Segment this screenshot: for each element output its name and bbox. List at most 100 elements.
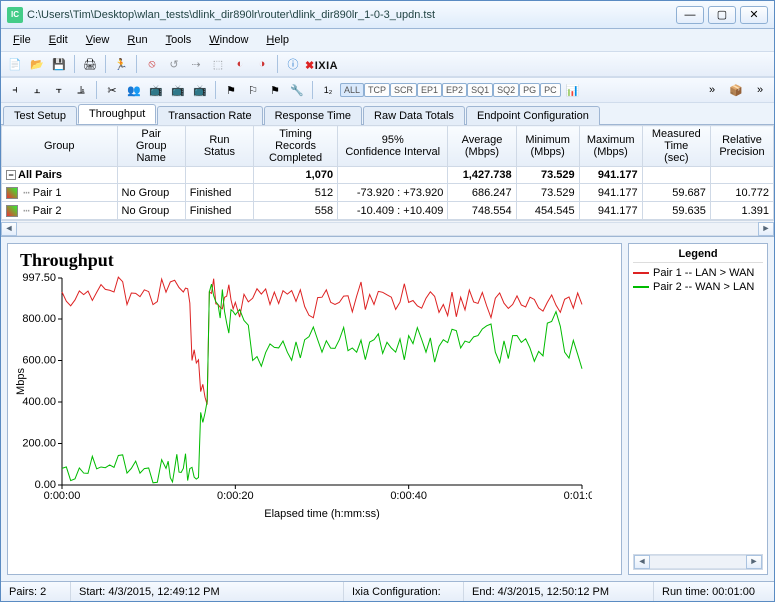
legend-label: Pair 1 -- LAN > WAN: [653, 267, 754, 279]
scroll-left-icon[interactable]: ◄: [1, 222, 17, 236]
pair-icon[interactable]: 📺: [190, 80, 210, 100]
view-icon[interactable]: ⫠: [27, 80, 47, 100]
tab-endpoint-configuration[interactable]: Endpoint Configuration: [466, 106, 600, 125]
table-row[interactable]: ⋯ Pair 1No GroupFinished512-73.920 : +73…: [2, 184, 774, 202]
view-icon[interactable]: ⫞: [5, 80, 25, 100]
filter-icon[interactable]: 🔧: [287, 80, 307, 100]
legend-hscroll[interactable]: ◄ ►: [633, 554, 763, 570]
filter-all[interactable]: ALL: [340, 83, 364, 97]
table-row[interactable]: ⋯ Pair 2No GroupFinished558-10.409 : +10…: [2, 202, 774, 220]
filter-sq1[interactable]: SQ1: [467, 83, 493, 97]
filter-ep2[interactable]: EP2: [442, 83, 467, 97]
scroll-right-icon[interactable]: ►: [746, 555, 762, 569]
filter-scr[interactable]: SCR: [390, 83, 417, 97]
column-header[interactable]: RunStatus: [185, 126, 253, 167]
menu-edit[interactable]: Edit: [41, 32, 76, 48]
svg-text:200.00: 200.00: [22, 438, 56, 450]
scroll-right-icon[interactable]: ►: [758, 222, 774, 236]
new-icon[interactable]: 📄: [5, 54, 25, 74]
menu-view[interactable]: View: [78, 32, 118, 48]
menu-run[interactable]: Run: [119, 32, 155, 48]
tab-test-setup[interactable]: Test Setup: [3, 106, 77, 125]
data-grid: GroupPairGroup NameRunStatusTimingRecord…: [1, 125, 774, 237]
svg-text:0:01:00: 0:01:00: [564, 490, 592, 502]
filter-icon[interactable]: ⚑: [265, 80, 285, 100]
column-header[interactable]: 95%Confidence Interval: [338, 126, 448, 167]
one-two-icon[interactable]: 1₂: [318, 80, 338, 100]
status-ixia: Ixia Configuration:: [344, 582, 464, 601]
status-pairs: Pairs: 2: [1, 582, 71, 601]
legend-label: Pair 2 -- WAN > LAN: [653, 281, 754, 293]
menu-window[interactable]: Window: [201, 32, 256, 48]
overflow-icon[interactable]: »: [750, 80, 770, 100]
column-header[interactable]: Maximum(Mbps): [579, 126, 642, 167]
menu-file[interactable]: File: [5, 32, 39, 48]
tab-raw-data-totals[interactable]: Raw Data Totals: [363, 106, 465, 125]
close-button[interactable]: ✕: [740, 6, 768, 24]
status-bar: Pairs: 2 Start: 4/3/2015, 12:49:12 PM Ix…: [1, 581, 774, 601]
save-icon[interactable]: 💾: [49, 54, 69, 74]
view-icon[interactable]: ⫟: [49, 80, 69, 100]
tool-icon[interactable]: ⬚: [208, 54, 228, 74]
svg-text:0:00:20: 0:00:20: [217, 490, 254, 502]
pair-icon[interactable]: 📺: [146, 80, 166, 100]
edit-icon[interactable]: ✂: [102, 80, 122, 100]
menu-help[interactable]: Help: [258, 32, 297, 48]
stop-icon[interactable]: ⦸: [142, 54, 162, 74]
column-header[interactable]: PairGroup Name: [117, 126, 185, 167]
svg-text:0:00:00: 0:00:00: [44, 490, 81, 502]
minimize-button[interactable]: —: [676, 6, 704, 24]
tool-icon[interactable]: ↺: [164, 54, 184, 74]
view-icon[interactable]: ⫡: [71, 80, 91, 100]
filter-pg[interactable]: PG: [519, 83, 540, 97]
column-header[interactable]: Average(Mbps): [448, 126, 516, 167]
svg-text:400.00: 400.00: [22, 396, 56, 408]
chart-icon[interactable]: 📊: [563, 80, 583, 100]
print-icon[interactable]: 🖨: [80, 54, 100, 74]
scroll-track[interactable]: [17, 222, 758, 236]
chart-title: Throughput: [20, 250, 615, 271]
column-header[interactable]: Minimum(Mbps): [516, 126, 579, 167]
tool-icon[interactable]: ◐: [230, 54, 250, 74]
app-icon: IC: [7, 7, 23, 23]
tab-transaction-rate[interactable]: Transaction Rate: [157, 106, 262, 125]
scroll-track[interactable]: [650, 555, 746, 569]
minimize-icon: —: [685, 9, 696, 21]
svg-text:800.00: 800.00: [22, 313, 56, 325]
column-header[interactable]: Group: [2, 126, 118, 167]
menu-tools[interactable]: Tools: [158, 32, 200, 48]
column-header[interactable]: MeasuredTime(sec): [642, 126, 710, 167]
scroll-left-icon[interactable]: ◄: [634, 555, 650, 569]
tool-icon[interactable]: ⇢: [186, 54, 206, 74]
filter-pc[interactable]: PC: [540, 83, 561, 97]
close-icon: ✕: [749, 8, 758, 21]
box-icon[interactable]: 📦: [726, 80, 746, 100]
maximize-button[interactable]: ▢: [708, 6, 736, 24]
svg-text:Mbps: Mbps: [15, 368, 27, 395]
toolbar-secondary: ⫞ ⫠ ⫟ ⫡ ✂ 👥 📺 📺 📺 ⚑ ⚐ ⚑ 🔧 1₂ ALLTCPSCREP…: [1, 77, 774, 103]
svg-text:0:00:40: 0:00:40: [390, 490, 427, 502]
filter-tcp[interactable]: TCP: [364, 83, 390, 97]
open-icon[interactable]: 📂: [27, 54, 47, 74]
filter-ep1[interactable]: EP1: [417, 83, 442, 97]
column-header[interactable]: TimingRecords Completed: [254, 126, 338, 167]
filter-icon[interactable]: ⚑: [221, 80, 241, 100]
pair-icon[interactable]: 📺: [168, 80, 188, 100]
filter-sq2[interactable]: SQ2: [493, 83, 519, 97]
tab-response-time[interactable]: Response Time: [264, 106, 362, 125]
legend-item[interactable]: Pair 2 -- WAN > LAN: [633, 281, 763, 293]
column-header[interactable]: RelativePrecision: [710, 126, 773, 167]
filter-icon[interactable]: ⚐: [243, 80, 263, 100]
overflow-icon[interactable]: »: [702, 80, 722, 100]
run-icon[interactable]: 🏃: [111, 54, 131, 74]
info-icon[interactable]: ⓘ: [283, 54, 303, 74]
tool-icon[interactable]: ◑: [252, 54, 272, 74]
status-start: Start: 4/3/2015, 12:49:12 PM: [71, 582, 344, 601]
tab-throughput[interactable]: Throughput: [78, 104, 156, 124]
grid-hscroll[interactable]: ◄ ►: [1, 220, 774, 236]
table-row[interactable]: −All Pairs1,0701,427.73873.529941.177: [2, 167, 774, 184]
throughput-chart: 0.00200.00400.00600.00800.00997.500:00:0…: [12, 273, 592, 523]
pair-icon[interactable]: 👥: [124, 80, 144, 100]
legend-title: Legend: [633, 248, 763, 263]
legend-item[interactable]: Pair 1 -- LAN > WAN: [633, 267, 763, 279]
